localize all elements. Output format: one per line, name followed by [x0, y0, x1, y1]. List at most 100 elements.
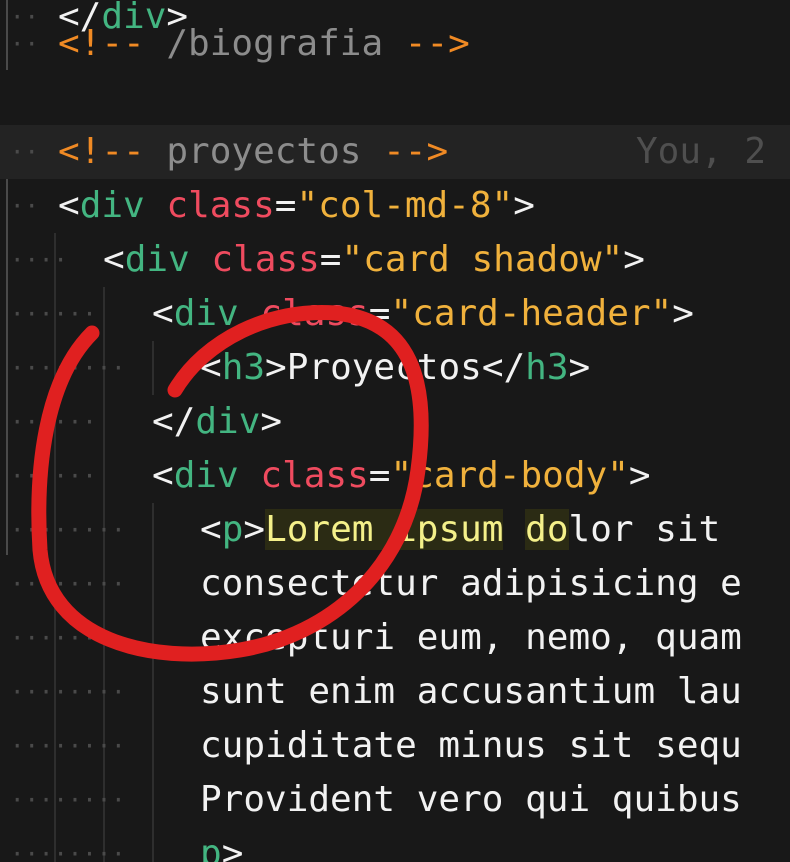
whitespace-dots: ········ [10, 570, 126, 598]
whitespace-dots: ···· [10, 246, 68, 274]
code-text: <div class="card-header"> [152, 287, 694, 341]
code-text: consectetur adipisicing e [200, 557, 742, 611]
code-token: < [200, 347, 222, 388]
code-token: < [152, 455, 174, 496]
code-line[interactable]: ······ <div class="card-body"> [0, 449, 790, 503]
code-token: h3 [525, 347, 569, 388]
code-token: cupiditate minus sit sequ [200, 725, 742, 766]
code-token: </ [152, 401, 196, 442]
code-editor[interactable]: ·· </div> ·· <!-- /biografia --> ·· <!-- proy… [0, 0, 790, 862]
code-token: sunt enim accusantium lau [200, 671, 742, 712]
code-token: class [260, 293, 369, 334]
code-token: proyectos [166, 131, 362, 172]
code-text: Provident vero qui quibus [200, 773, 742, 827]
code-token: div [173, 455, 239, 496]
code-token: = [319, 239, 342, 280]
code-token: div [195, 401, 261, 442]
code-text: <!-- proyectos --> [58, 125, 448, 179]
whitespace-dots: ········ [10, 732, 126, 760]
code-token: > [568, 347, 591, 388]
code-token: div [79, 185, 145, 226]
whitespace-dots: ········ [10, 624, 126, 652]
code-line[interactable]: ········ sunt enim accusantium lau [0, 665, 790, 719]
code-token: = [368, 293, 391, 334]
whitespace-dots: ·· [10, 138, 39, 166]
code-line[interactable]: ········ excepturi eum, nemo, quam [0, 611, 790, 665]
code-token: "card-header" [390, 293, 673, 334]
code-token: Provident vero qui quibus [200, 779, 742, 820]
whitespace-dots: ········ [10, 840, 126, 862]
code-token: < [200, 509, 222, 550]
code-token: Proyectos [286, 347, 482, 388]
code-token: Lorem ipsum [265, 509, 504, 550]
whitespace-dots: ······ [10, 300, 97, 328]
code-token: > [265, 347, 287, 388]
code-token: h3 [221, 347, 266, 388]
code-line[interactable]: ·· <!-- /biografia --> [0, 17, 790, 71]
git-blame-annotation: You, 2 [636, 131, 767, 172]
code-token: < [152, 293, 174, 334]
code-text: sunt enim accusantium lau [200, 665, 742, 719]
code-token: > [513, 185, 535, 226]
whitespace-dots: ·· [10, 30, 39, 58]
code-line[interactable]: ·· <div class="col-md-8"> [0, 179, 790, 233]
code-token: "card-body" [390, 455, 629, 496]
code-text: excepturi eum, nemo, quam [200, 611, 742, 665]
code-token: </ [481, 347, 526, 388]
code-line[interactable]: ········ cupiditate minus sit sequ [0, 719, 790, 773]
code-token: p [200, 833, 222, 862]
code-token: class [211, 239, 320, 280]
whitespace-dots: ········ [10, 354, 126, 382]
code-token: < [58, 185, 80, 226]
code-text: cupiditate minus sit sequ [200, 719, 742, 773]
code-text: <p>Lorem ipsum dolor sit [200, 503, 720, 557]
code-token: do [525, 509, 569, 550]
code-line[interactable]: ······ </div> [0, 395, 790, 449]
code-token: > [623, 239, 645, 280]
code-text: <div class="card-body"> [152, 449, 651, 503]
code-token: > [628, 455, 651, 496]
code-token: > [243, 509, 266, 550]
code-text: p> [200, 827, 243, 862]
whitespace-dots: ·· [10, 192, 39, 220]
whitespace-dots: ······ [10, 462, 97, 490]
code-token: --> [383, 23, 470, 64]
whitespace-dots: ········ [10, 678, 126, 706]
code-text: </div> [152, 395, 282, 449]
code-text: <div class="col-md-8"> [58, 179, 535, 233]
code-token: "card shadow" [341, 239, 624, 280]
code-token: > [260, 401, 283, 442]
code-token: class [166, 185, 275, 226]
code-token: class [260, 455, 369, 496]
code-line[interactable]: ········ p> [0, 827, 790, 862]
code-token: <!-- [58, 23, 167, 64]
code-line[interactable]: ········ Provident vero qui quibus [0, 773, 790, 827]
code-token: = [368, 455, 391, 496]
code-token: --> [361, 131, 449, 172]
code-line[interactable] [0, 71, 790, 125]
code-text: <h3>Proyectos</h3> [200, 341, 590, 395]
code-token: div [173, 293, 239, 334]
code-line[interactable]: ········ <h3>Proyectos</h3> [0, 341, 790, 395]
code-token: > [221, 833, 244, 862]
code-token: excepturi eum, nemo, quam [200, 617, 742, 658]
code-token: < [103, 239, 125, 280]
code-text: <!-- /biografia --> [58, 17, 470, 71]
code-token: div [124, 239, 190, 280]
code-line[interactable]: ···· <div class="card shadow"> [0, 233, 790, 287]
code-token: <!-- [58, 131, 167, 172]
code-token: p [221, 509, 244, 550]
code-token: lor sit [568, 509, 721, 550]
code-line[interactable]: ······ <div class="card-header"> [0, 287, 790, 341]
code-token: > [672, 293, 694, 334]
whitespace-dots: ········ [10, 516, 126, 544]
code-text: <div class="card shadow"> [103, 233, 645, 287]
whitespace-dots: ········ [10, 786, 126, 814]
code-token: consectetur adipisicing e [200, 563, 742, 604]
whitespace-dots: ······ [10, 408, 97, 436]
code-line[interactable]: ········ consectetur adipisicing e [0, 557, 790, 611]
code-line[interactable]: ········ <p>Lorem ipsum dolor sit [0, 503, 790, 557]
